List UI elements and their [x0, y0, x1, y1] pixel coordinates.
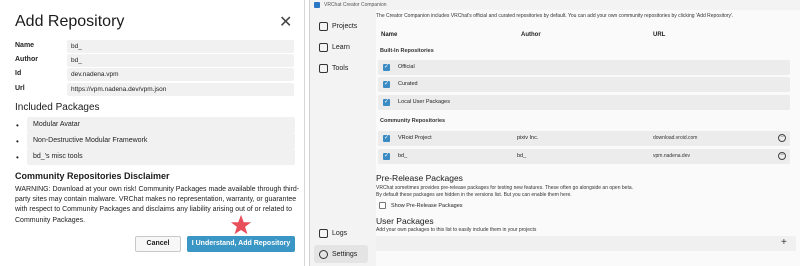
nav-item-settings[interactable]: Settings	[314, 245, 368, 263]
repo-name: Curated	[398, 81, 418, 87]
bullet: •	[16, 121, 19, 130]
table-row: ✓ Local User Packages	[378, 95, 790, 110]
nav-label: Tools	[332, 64, 349, 72]
tools-icon	[319, 63, 328, 73]
list-item: • Modular Avatar	[15, 117, 295, 133]
nav-label: Logs	[332, 229, 348, 237]
remove-icon[interactable]: −	[778, 134, 786, 142]
repo-name: bd_	[398, 153, 408, 159]
projects-icon	[319, 21, 328, 31]
field-label-id: Id	[15, 70, 22, 77]
prerelease-heading: Pre-Release Packages	[376, 173, 463, 183]
app-logo-icon	[314, 2, 320, 8]
field-label-name: Name	[15, 42, 35, 49]
prerelease-text-1: VRChat sometimes provides pre-release pa…	[376, 185, 634, 191]
dialog-title: Add Repository	[15, 13, 125, 30]
add-repository-dialog: Add Repository ✕ Name bd_ Author bd_ Id …	[0, 0, 305, 266]
id-field[interactable]: dev.nadena.vpm	[67, 68, 294, 81]
nav-label: Learn	[332, 43, 350, 51]
remove-icon[interactable]: −	[778, 152, 786, 160]
prerelease-checkbox-label: Show Pre-Release Packages	[391, 203, 463, 209]
gear-icon	[319, 249, 328, 259]
prerelease-checkbox[interactable]	[379, 202, 386, 209]
bullet: •	[16, 137, 19, 146]
builtin-repositories-heading: Built-In Repositories	[380, 48, 434, 54]
repo-author: bd_	[517, 153, 527, 159]
package-name: Modular Avatar	[27, 117, 295, 133]
package-name: Non-Destructive Modular Framework	[27, 133, 295, 149]
name-field[interactable]: bd_	[67, 40, 294, 53]
table-row: ✓ VRoid Project pixiv Inc. download.vroi…	[378, 131, 790, 146]
window-titlebar: VRChat Creator Companion	[310, 0, 800, 10]
user-packages-list: +	[376, 236, 796, 251]
repo-name: Official	[398, 64, 415, 70]
checkbox[interactable]: ✓	[383, 64, 390, 71]
package-name: bd_'s misc tools	[27, 149, 295, 165]
repo-url: download.vroid.com	[653, 135, 698, 141]
bullet: •	[16, 153, 19, 162]
settings-content: The Creator Companion includes VRChat's …	[376, 10, 800, 266]
table-row: ✓ Curated	[378, 77, 790, 92]
disclaimer-text: WARNING: Download at your own risk! Comm…	[15, 186, 300, 224]
prerelease-text-2: By default these packages are hidden in …	[376, 192, 572, 198]
logs-icon	[319, 228, 328, 238]
star-marker-icon	[230, 214, 252, 235]
window-title: VRChat Creator Companion	[324, 2, 387, 8]
nav-item-logs[interactable]: Logs	[314, 224, 368, 242]
cancel-button[interactable]: Cancel	[135, 236, 181, 252]
field-label-author: Author	[15, 56, 38, 63]
included-packages-heading: Included Packages	[15, 102, 100, 113]
author-field[interactable]: bd_	[67, 54, 294, 67]
nav-item-tools[interactable]: Tools	[314, 59, 368, 77]
checkbox[interactable]: ✓	[383, 99, 390, 106]
disclaimer-heading: Community Repositories Disclaimer	[15, 171, 170, 181]
repo-url: vpm.nadena.dev	[653, 153, 690, 159]
repo-name: Local User Packages	[398, 99, 450, 105]
vcc-window: VRChat Creator Companion Projects Learn …	[309, 0, 800, 266]
checkbox[interactable]: ✓	[383, 153, 390, 160]
column-header-name: Name	[381, 32, 398, 38]
table-row: ✓ Official	[378, 60, 790, 75]
user-packages-text: Add your own packages to this list to ea…	[376, 227, 537, 233]
nav-item-projects[interactable]: Projects	[314, 17, 368, 35]
column-header-author: Author	[521, 32, 541, 38]
nav-label: Settings	[332, 250, 358, 258]
checkbox[interactable]: ✓	[383, 135, 390, 142]
add-repository-button[interactable]: I Understand, Add Repository	[187, 236, 295, 252]
learn-icon	[319, 42, 328, 52]
repo-author: pixiv Inc.	[517, 135, 539, 141]
column-header-url: URL	[653, 32, 666, 38]
checkbox[interactable]: ✓	[383, 81, 390, 88]
table-row: ✓ bd_ bd_ vpm.nadena.dev −	[378, 149, 790, 164]
add-package-icon[interactable]: +	[781, 237, 787, 248]
intro-text: The Creator Companion includes VRChat's …	[376, 13, 734, 19]
user-packages-heading: User Packages	[376, 216, 434, 226]
list-item: • Non-Destructive Modular Framework	[15, 133, 295, 149]
repo-name: VRoid Project	[398, 135, 432, 141]
field-label-url: Url	[15, 85, 25, 92]
close-icon[interactable]: ✕	[279, 12, 292, 32]
url-field[interactable]: https://vpm.nadena.dev/vpm.json	[67, 83, 294, 96]
list-item: • bd_'s misc tools	[15, 149, 295, 165]
community-repositories-heading: Community Repositories	[380, 118, 446, 124]
nav-label: Projects	[332, 22, 358, 30]
nav-item-learn[interactable]: Learn	[314, 38, 368, 56]
